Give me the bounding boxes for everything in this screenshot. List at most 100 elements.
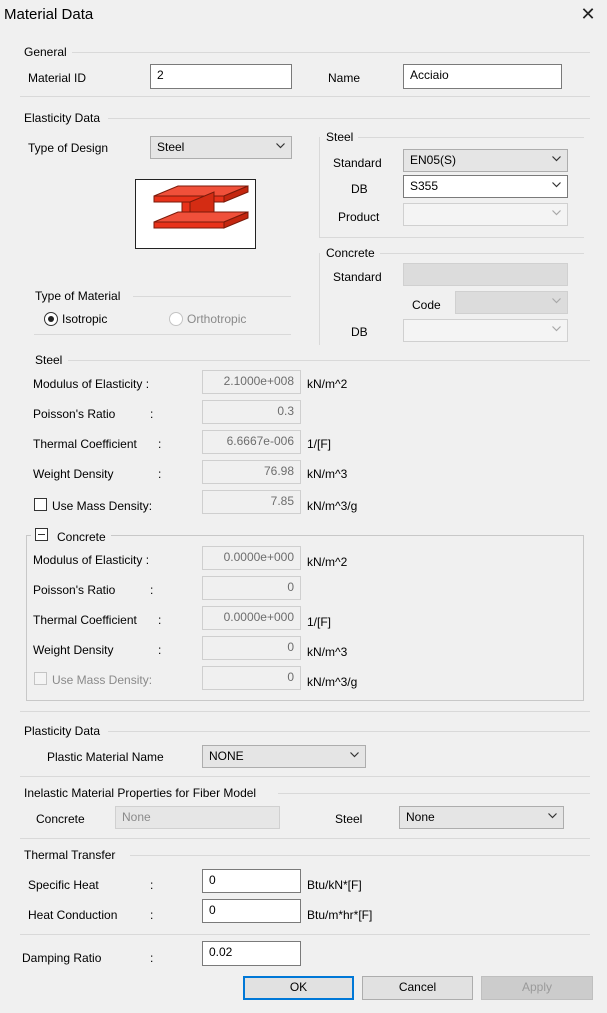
- steel-mass-density-field[interactable]: 7.85: [202, 490, 301, 514]
- concrete-modulus-label: Modulus of Elasticity :: [33, 553, 150, 567]
- chevron-down-icon: [276, 143, 285, 149]
- heat-conduction-colon: :: [150, 908, 154, 922]
- chevron-down-icon: [548, 813, 557, 819]
- thermal-section-label: Thermal Transfer: [24, 848, 116, 862]
- specific-heat-label: Specific Heat: [28, 878, 99, 892]
- concrete-thermal-unit: 1/[F]: [307, 615, 332, 629]
- inelastic-concrete-value: None: [122, 810, 151, 824]
- steel-db-label: DB: [351, 182, 368, 196]
- concrete-group-label: Concrete: [326, 246, 375, 260]
- type-of-design-label: Type of Design: [28, 141, 109, 155]
- plastic-material-dropdown[interactable]: NONE: [202, 745, 366, 768]
- steel-standard-value: EN05(S): [410, 153, 457, 167]
- elasticity-section-label: Elasticity Data: [24, 111, 101, 125]
- concrete-standard-dropdown[interactable]: [403, 263, 568, 286]
- damping-ratio-label: Damping Ratio: [22, 951, 102, 965]
- steel-modulus-field[interactable]: 2.1000e+008: [202, 370, 301, 394]
- steel-weight-field[interactable]: 76.98: [202, 460, 301, 484]
- inelastic-steel-value: None: [406, 810, 435, 824]
- steel-modulus-unit: kN/m^2: [307, 377, 348, 391]
- heat-conduction-input[interactable]: 0: [202, 899, 301, 923]
- inelastic-concrete-label: Concrete: [36, 812, 85, 826]
- inelastic-steel-dropdown[interactable]: None: [399, 806, 564, 829]
- concrete-thermal-field[interactable]: 0.0000e+000: [202, 606, 301, 630]
- chevron-down-icon: [350, 752, 359, 758]
- concrete-poisson-label: Poisson's Ratio: [33, 583, 116, 597]
- concrete-weight-colon: :: [158, 643, 162, 657]
- i-beam-icon: [153, 185, 249, 229]
- steel-modulus-label: Modulus of Elasticity :: [33, 377, 150, 391]
- product-label: Product: [338, 210, 380, 224]
- ok-button[interactable]: OK: [243, 976, 354, 1000]
- orthotropic-radio[interactable]: [169, 312, 183, 326]
- concrete-code-label: Code: [412, 298, 441, 312]
- concrete-db-dropdown[interactable]: [403, 319, 568, 342]
- product-dropdown[interactable]: [403, 203, 568, 226]
- steel-thermal-unit: 1/[F]: [307, 437, 332, 451]
- concrete-mass-density-unit: kN/m^3/g: [307, 675, 358, 689]
- steel-standard-dropdown[interactable]: EN05(S): [403, 149, 568, 172]
- specific-heat-unit: Btu/kN*[F]: [307, 878, 362, 892]
- window-title: Material Data: [4, 6, 94, 23]
- specific-heat-colon: :: [150, 878, 154, 892]
- concrete-props-label: Concrete: [57, 530, 106, 544]
- inelastic-section-label: Inelastic Material Properties for Fiber …: [24, 786, 257, 800]
- steel-poisson-field[interactable]: 0.3: [202, 400, 301, 424]
- close-icon[interactable]: ✕: [578, 4, 598, 24]
- type-of-design-dropdown[interactable]: Steel: [150, 136, 292, 159]
- steel-weight-unit: kN/m^3: [307, 467, 348, 481]
- concrete-db-label: DB: [351, 325, 368, 339]
- steel-db-dropdown[interactable]: S355: [403, 175, 568, 198]
- chevron-down-icon: [552, 210, 561, 216]
- concrete-modulus-unit: kN/m^2: [307, 555, 348, 569]
- concrete-mass-density-field[interactable]: 0: [202, 666, 301, 690]
- orthotropic-label: Orthotropic: [187, 312, 247, 326]
- concrete-mass-density-label: Use Mass Density:: [52, 673, 153, 687]
- plastic-material-value: NONE: [209, 749, 244, 763]
- apply-button[interactable]: Apply: [481, 976, 593, 1000]
- steel-thermal-colon: :: [158, 437, 162, 451]
- steel-thermal-field[interactable]: 6.6667e-006: [202, 430, 301, 454]
- chevron-down-icon: [552, 298, 561, 304]
- material-id-input[interactable]: 2: [150, 64, 292, 89]
- steel-mass-density-checkbox[interactable]: [34, 498, 47, 511]
- plasticity-section-label: Plasticity Data: [24, 724, 101, 738]
- plastic-material-name-label: Plastic Material Name: [47, 750, 164, 764]
- inelastic-steel-label: Steel: [335, 812, 363, 826]
- steel-mass-density-unit: kN/m^3/g: [307, 499, 358, 513]
- steel-standard-label: Standard: [333, 156, 382, 170]
- damping-ratio-input[interactable]: 0.02: [202, 941, 301, 966]
- concrete-standard-label: Standard: [333, 270, 382, 284]
- type-of-material-label: Type of Material: [35, 289, 121, 303]
- type-of-design-value: Steel: [157, 140, 185, 154]
- steel-group-label: Steel: [326, 130, 354, 144]
- steel-mass-density-label: Use Mass Density:: [52, 499, 153, 513]
- steel-thermal-label: Thermal Coefficient: [33, 437, 137, 451]
- concrete-weight-unit: kN/m^3: [307, 645, 348, 659]
- heat-conduction-unit: Btu/m*hr*[F]: [307, 908, 373, 922]
- concrete-thermal-label: Thermal Coefficient: [33, 613, 137, 627]
- specific-heat-input[interactable]: 0: [202, 869, 301, 893]
- cancel-button[interactable]: Cancel: [362, 976, 473, 1000]
- damping-ratio-colon: :: [150, 951, 154, 965]
- concrete-modulus-field[interactable]: 0.0000e+000: [202, 546, 301, 570]
- concrete-weight-field[interactable]: 0: [202, 636, 301, 660]
- inelastic-concrete-dropdown[interactable]: None: [115, 806, 280, 829]
- concrete-code-dropdown[interactable]: [455, 291, 568, 314]
- material-id-label: Material ID: [28, 71, 87, 85]
- concrete-poisson-field[interactable]: 0: [202, 576, 301, 600]
- steel-beam-image: [135, 179, 256, 249]
- heat-conduction-label: Heat Conduction: [28, 908, 118, 922]
- concrete-collapse-toggle[interactable]: [35, 528, 48, 541]
- isotropic-radio[interactable]: [44, 312, 58, 326]
- concrete-weight-label: Weight Density: [33, 643, 114, 657]
- steel-db-value: S355: [410, 179, 439, 193]
- steel-poisson-label: Poisson's Ratio: [33, 407, 116, 421]
- concrete-thermal-colon: :: [158, 613, 162, 627]
- name-input[interactable]: Acciaio: [403, 64, 562, 89]
- concrete-mass-density-checkbox[interactable]: [34, 672, 47, 685]
- steel-weight-label: Weight Density: [33, 467, 114, 481]
- steel-weight-colon: :: [158, 467, 162, 481]
- steel-poisson-colon: :: [150, 407, 154, 421]
- general-section-label: General: [24, 45, 67, 59]
